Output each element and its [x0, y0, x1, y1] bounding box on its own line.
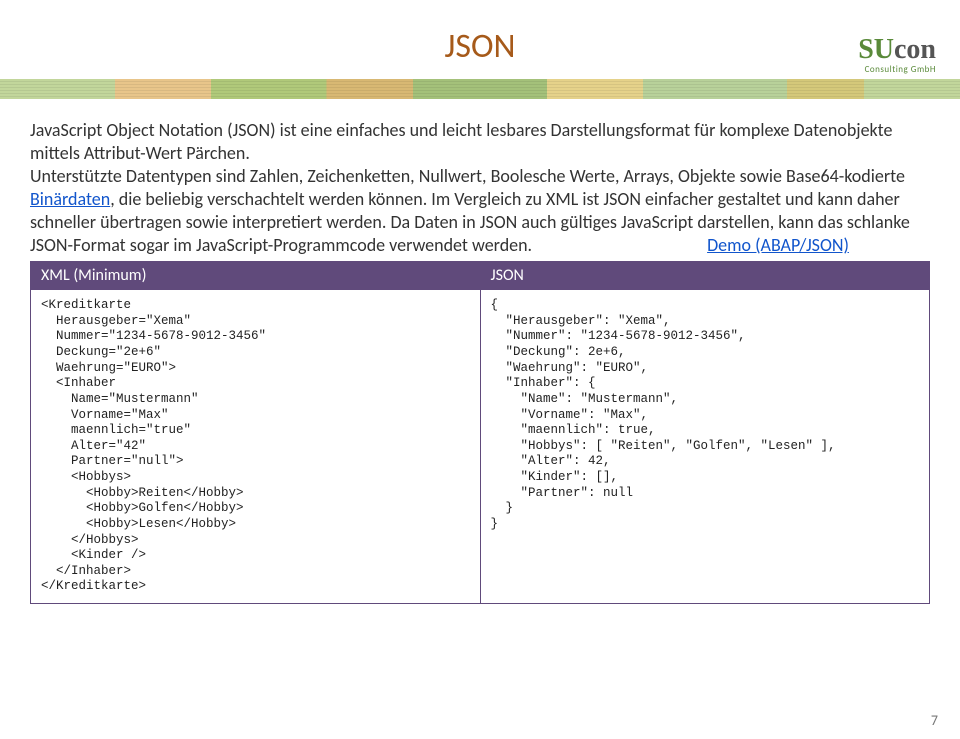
demo-link[interactable]: Demo (ABAP/JSON) — [707, 234, 849, 256]
paragraph-2-pre: Unterstützte Datentypen sind Zahlen, Zei… — [30, 165, 905, 187]
logo-part2: con — [894, 34, 936, 65]
logo-subtitle: Consulting GmbH — [858, 64, 936, 75]
paragraph-1: JavaScript Object Notation (JSON) ist ei… — [30, 119, 892, 164]
table-row: <Kreditkarte Herausgeber="Xema" Nummer="… — [31, 290, 930, 604]
logo-text: SUcon — [858, 34, 936, 66]
cell-json: { "Herausgeber": "Xema", "Nummer": "1234… — [480, 290, 930, 604]
decorative-pattern-bar — [0, 79, 960, 99]
table-header-row: XML (Minimum) JSON — [31, 262, 930, 290]
page-number: 7 — [931, 712, 938, 729]
cell-xml: <Kreditkarte Herausgeber="Xema" Nummer="… — [31, 290, 481, 604]
header-xml: XML (Minimum) — [31, 262, 481, 290]
brand-logo: SUcon Consulting GmbH — [858, 34, 936, 75]
body-text: JavaScript Object Notation (JSON) ist ei… — [0, 119, 960, 257]
header-json: JSON — [480, 262, 930, 290]
page-title: JSON — [0, 26, 960, 67]
comparison-table-wrap: XML (Minimum) JSON <Kreditkarte Herausge… — [0, 257, 960, 604]
binary-data-link[interactable]: Binärdaten — [30, 188, 110, 210]
comparison-table: XML (Minimum) JSON <Kreditkarte Herausge… — [30, 261, 930, 604]
logo-part1: SU — [858, 34, 894, 65]
